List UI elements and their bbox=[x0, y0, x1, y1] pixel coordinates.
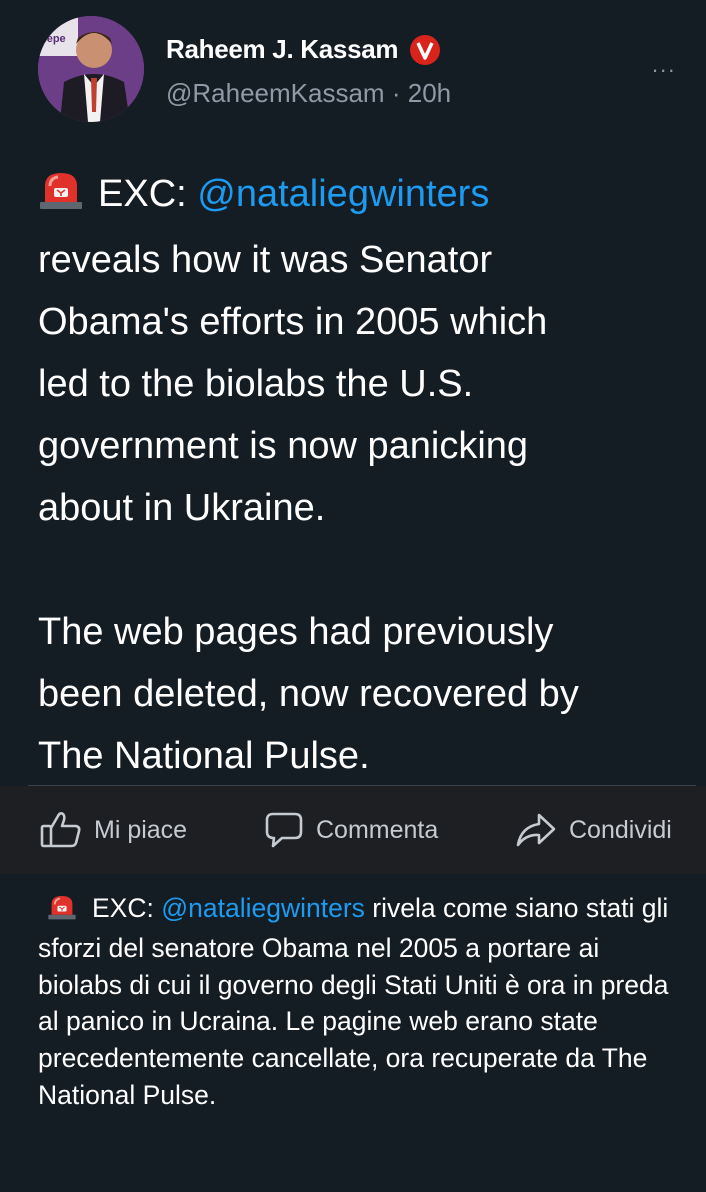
share-button[interactable]: Condividi bbox=[515, 786, 672, 874]
share-label: Condividi bbox=[569, 815, 672, 844]
translation-mention-link[interactable]: @nataliegwinters bbox=[161, 893, 365, 923]
action-bar: Mi piace Commenta Condividi bbox=[0, 786, 706, 874]
tweet-first-line: EXC: @nataliegwinters bbox=[38, 163, 688, 229]
tweet-line: Obama's efforts in 2005 which bbox=[38, 301, 548, 343]
tweet-line: been deleted, now recovered by bbox=[38, 673, 579, 715]
handle-row: @RaheemKassam · 20h bbox=[166, 78, 451, 109]
tweet-line: The National Pulse. bbox=[38, 735, 370, 777]
tweet-line: The web pages had previously bbox=[38, 611, 554, 653]
avatar-text: depe bbox=[40, 33, 66, 45]
mention-link[interactable]: @nataliegwinters bbox=[197, 173, 489, 215]
translation-prefix: EXC: bbox=[92, 893, 154, 923]
verified-badge-icon bbox=[410, 34, 441, 65]
avatar[interactable]: depe bbox=[38, 16, 144, 122]
tweet-line: government is now panicking bbox=[38, 425, 529, 467]
tweet-prefix: EXC: bbox=[98, 173, 187, 215]
more-dots-icon[interactable]: ... bbox=[652, 52, 676, 78]
timestamp[interactable]: 20h bbox=[408, 78, 451, 108]
police-light-icon bbox=[38, 167, 84, 229]
like-button[interactable]: Mi piace bbox=[40, 786, 187, 874]
like-label: Mi piace bbox=[94, 815, 188, 844]
comment-label: Commenta bbox=[316, 815, 439, 844]
author-handle[interactable]: @RaheemKassam bbox=[166, 78, 385, 108]
tweet-line: about in Ukraine. bbox=[38, 487, 326, 529]
tweet-body: EXC: @nataliegwinters reveals how it was… bbox=[38, 163, 688, 787]
separator: · bbox=[391, 78, 401, 108]
tweet-line: led to the biolabs the U.S. bbox=[38, 363, 474, 405]
share-arrow-icon bbox=[515, 811, 557, 849]
comment-button[interactable]: Commenta bbox=[264, 786, 438, 874]
translation-body: rivela come siano stati gli sforzi del s… bbox=[38, 893, 669, 1110]
tweet-card: depe Raheem J. Kassam @RaheemKassam · 20… bbox=[0, 0, 706, 785]
author-name[interactable]: Raheem J. Kassam bbox=[166, 34, 399, 65]
tweet-line: reveals how it was Senator bbox=[38, 239, 493, 281]
thumbs-up-icon bbox=[40, 811, 82, 849]
speech-bubble-icon bbox=[264, 811, 304, 849]
author-row: Raheem J. Kassam bbox=[166, 34, 441, 65]
translation-text: EXC: @nataliegwinters rivela come siano … bbox=[38, 890, 678, 1114]
police-light-icon bbox=[46, 893, 78, 930]
